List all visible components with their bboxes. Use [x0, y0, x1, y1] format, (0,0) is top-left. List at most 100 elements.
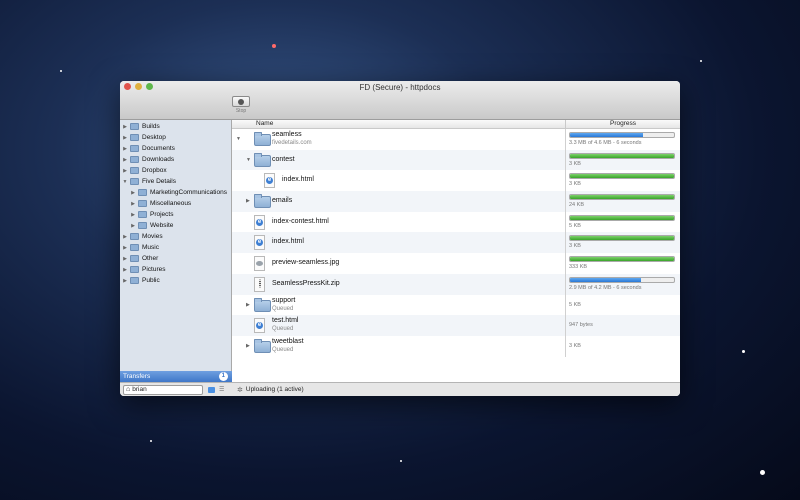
disclosure-closed-icon[interactable]: ▶: [122, 234, 128, 240]
name-cell: ▼ seamless fivedetails.com: [232, 129, 566, 150]
user-select[interactable]: ⌂ brian: [123, 384, 203, 395]
progress-fill: [570, 236, 674, 241]
progress-text: 3 KB: [569, 160, 581, 167]
transfer-row[interactable]: ▼ seamless fivedetails.com 3.3 MB of 4.6 MB…: [232, 129, 680, 150]
column-progress[interactable]: Progress: [566, 120, 680, 128]
column-name[interactable]: Name: [232, 120, 566, 128]
row-text: index-contest.html: [272, 218, 329, 226]
disclosure-closed-icon[interactable]: ▶: [122, 245, 128, 251]
file-subtitle: Queued: [272, 305, 294, 312]
folder-icon: [130, 156, 139, 163]
progress-cell: 3 KB: [566, 336, 680, 357]
disclosure-closed-icon[interactable]: ▶: [122, 146, 128, 152]
progress-text: 3 KB: [569, 243, 581, 250]
sidebar-item[interactable]: ▼ Five Details: [120, 176, 231, 187]
name-cell: index-contest.html: [232, 211, 566, 233]
sidebar-item[interactable]: ▶ Documents: [120, 143, 231, 154]
folder-icon: [130, 134, 139, 141]
file-name: preview-seamless.jpg: [272, 259, 340, 267]
progress-cell: 3 KB: [566, 232, 680, 253]
progress-fill: [570, 153, 674, 158]
star: [400, 460, 402, 462]
sidebar-item[interactable]: ▶ Public: [120, 275, 231, 286]
html-file-icon: [264, 173, 275, 189]
progress-bar: [569, 152, 675, 159]
transfer-row[interactable]: test.htmlQueued 947 bytes: [232, 315, 680, 336]
disclosure-closed-icon[interactable]: ▶: [130, 201, 136, 207]
transfer-row[interactable]: preview-seamless.jpg 333 KB: [232, 253, 680, 274]
name-cell: ▶ tweetblast Queued: [232, 335, 566, 357]
sidebar-item[interactable]: ▶ Projects: [120, 209, 231, 220]
disclosure-closed-icon[interactable]: ▶: [246, 343, 250, 349]
disclosure-closed-icon[interactable]: ▶: [246, 198, 250, 204]
sidebar-item[interactable]: ▶ Other: [120, 253, 231, 264]
html-file-icon: [254, 214, 265, 230]
progress-text: 5 KB: [569, 301, 581, 308]
progress-bar: [569, 214, 675, 221]
disclosure-closed-icon[interactable]: ▶: [122, 278, 128, 284]
list-view-icon[interactable]: ☰: [219, 386, 224, 393]
sidebar-item[interactable]: ▶ Miscellaneous: [120, 198, 231, 209]
folder-icon: [254, 132, 271, 146]
rows: ▼ seamless fivedetails.com 3.3 MB of 4.6 MB…: [232, 129, 680, 357]
progress-fill: [570, 195, 674, 200]
transfer-row[interactable]: SeamlessPressKit.zip 2.9 MB of 4.2 MB - 6…: [232, 273, 680, 295]
sidebar-item[interactable]: ▶ Website: [120, 220, 231, 231]
transfer-row[interactable]: ▼ contest 3 KB: [232, 149, 680, 171]
sidebar-item[interactable]: ▶ Pictures: [120, 264, 231, 275]
disclosure-closed-icon[interactable]: ▶: [130, 190, 136, 196]
disclosure-closed-icon[interactable]: ▶: [122, 267, 128, 273]
transfers-bar[interactable]: Transfers 1: [120, 371, 232, 382]
sidebar-item[interactable]: ▶ Music: [120, 242, 231, 253]
transfer-row[interactable]: index.html 3 KB: [232, 170, 680, 192]
star: [150, 440, 152, 442]
sidebar-item[interactable]: ▶ Desktop: [120, 132, 231, 143]
sidebar-item[interactable]: ▶ Dropbox: [120, 165, 231, 176]
transfer-row[interactable]: index.html 3 KB: [232, 232, 680, 254]
disclosure-open-icon[interactable]: ▼: [246, 157, 251, 163]
folder-icon: [254, 194, 271, 209]
star: [60, 70, 62, 72]
disclosure-closed-icon[interactable]: ▶: [130, 223, 136, 229]
disclosure-closed-icon[interactable]: ▶: [122, 168, 128, 174]
transfer-row[interactable]: ▶ emails 24 KB: [232, 191, 680, 212]
disclosure-closed-icon[interactable]: ▶: [122, 124, 128, 130]
progress-fill: [570, 257, 674, 262]
stop-label: Stop: [235, 108, 247, 114]
disclosure-open-icon[interactable]: ▼: [236, 136, 241, 142]
star: [700, 60, 702, 62]
transfers-count-badge: 1: [218, 372, 228, 381]
stop-button[interactable]: Stop: [231, 96, 251, 114]
user-name: brian: [132, 386, 147, 393]
file-name: index-contest.html: [272, 217, 329, 225]
folder-icon: [138, 200, 147, 207]
disclosure-open-icon[interactable]: ▼: [122, 179, 128, 185]
stop-icon: [232, 96, 250, 107]
folder-icon: [130, 277, 139, 284]
disclosure-closed-icon[interactable]: ▶: [246, 302, 250, 308]
sidebar-item[interactable]: ▶ MarketingCommunications: [120, 187, 231, 198]
progress-cell: 5 KB: [566, 295, 680, 316]
disclosure-closed-icon[interactable]: ▶: [122, 135, 128, 141]
disclosure-closed-icon[interactable]: ▶: [122, 157, 128, 163]
disclosure-closed-icon[interactable]: ▶: [122, 256, 128, 262]
folder-icon: [138, 189, 147, 196]
disclosure-closed-icon[interactable]: ▶: [130, 212, 136, 218]
transfer-row[interactable]: ▶ support Queued 5 KB: [232, 294, 680, 316]
sidebar-item[interactable]: ▶ Downloads: [120, 154, 231, 165]
sidebar-item-label: Builds: [142, 123, 160, 130]
transfer-row[interactable]: index-contest.html 5 KB: [232, 211, 680, 233]
folder-icon: [254, 152, 271, 167]
transfer-row[interactable]: ▶ tweetblast Queued 3 KB: [232, 335, 680, 357]
app-window: FD (Secure) - httpdocs Stop ▶ Builds ▶ Desk…: [120, 81, 680, 396]
spinner-icon: ✲: [237, 386, 243, 394]
status-bar: ✲ Uploading (1 active): [232, 382, 680, 396]
folder-icon[interactable]: [208, 386, 215, 393]
progress-text: 3 KB: [569, 181, 581, 188]
folder-icon: [130, 233, 139, 240]
sidebar-item[interactable]: ▶ Movies: [120, 231, 231, 242]
folder-icon: [254, 338, 271, 353]
sidebar-item[interactable]: ▶ Builds: [120, 121, 231, 132]
folder-icon: [130, 244, 139, 251]
sidebar-item-label: Pictures: [142, 266, 166, 273]
